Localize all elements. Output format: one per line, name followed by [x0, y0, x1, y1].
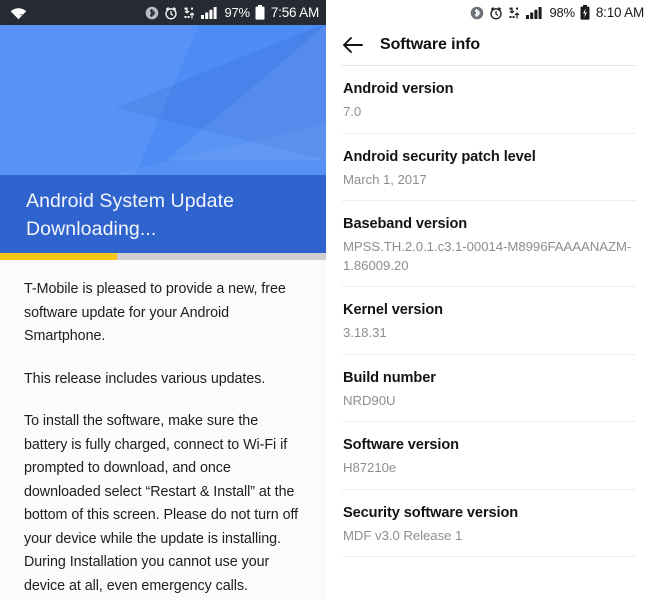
- status-bar-right-icons-left-screen: 97% 7:56 AM: [145, 5, 319, 20]
- info-row-build-number[interactable]: Build number NRD90U: [342, 355, 636, 422]
- data-sync-icon: [183, 6, 196, 20]
- info-value: MPSS.TH.2.0.1.c3.1-00014-M8996FAAAANAZM-…: [343, 239, 632, 273]
- info-value: 7.0: [343, 104, 362, 119]
- info-value: MDF v3.0 Release 1: [343, 527, 463, 543]
- info-row-security-software-version[interactable]: Security software version MDF v3.0 Relea…: [342, 490, 636, 557]
- info-label: Build number: [343, 369, 436, 386]
- info-value: March 1, 2017: [343, 171, 427, 187]
- download-progress-fill: [0, 253, 118, 260]
- info-label: Kernel version: [343, 302, 443, 318]
- status-bar-right: 98% 8:10 AM: [326, 0, 652, 25]
- battery-percent-left: 97%: [224, 5, 250, 20]
- status-bar-left-icons: ?: [10, 6, 145, 20]
- info-row-baseband-version[interactable]: Baseband version MPSS.TH.2.0.1.c3.1-0001…: [342, 201, 636, 287]
- cellular-signal-icon: [201, 6, 218, 19]
- wifi-no-internet-icon: ?: [10, 6, 27, 20]
- update-title-line2: Downloading...: [26, 218, 157, 240]
- left-screen-system-update: ? 97% 7:56 AM Android System Update Down…: [0, 0, 326, 600]
- page-title: Software info: [380, 36, 481, 53]
- right-screen-software-info: 98% 8:10 AM Software info Android versio…: [326, 0, 652, 600]
- back-arrow-icon[interactable]: [342, 34, 364, 56]
- data-sync-icon: [508, 6, 521, 20]
- cellular-signal-icon: [526, 6, 543, 19]
- info-row-android-version[interactable]: Android version 7.0: [342, 66, 636, 134]
- software-info-list: Android version 7.0 Android security pat…: [326, 66, 652, 557]
- update-title-band: Android System Update Downloading...: [0, 175, 326, 253]
- alarm-clock-icon: [164, 6, 178, 20]
- info-label: Android version: [343, 81, 454, 97]
- info-row-security-patch-level[interactable]: Android security patch level March 1, 20…: [342, 134, 636, 201]
- clock-left: 7:56 AM: [270, 5, 319, 20]
- info-label: Security software version: [343, 504, 519, 521]
- battery-charging-icon: [580, 5, 590, 20]
- update-title-line1: Android System Update: [26, 190, 235, 212]
- bluetooth-icon: [145, 6, 159, 20]
- info-label: Android security patch level: [343, 148, 536, 165]
- info-value: H87210e: [343, 460, 397, 475]
- update-description: T-Mobile is pleased to provide a new, fr…: [0, 260, 326, 600]
- update-paragraph-1: T-Mobile is pleased to provide a new, fr…: [24, 281, 286, 344]
- info-row-kernel-version[interactable]: Kernel version 3.18.31: [342, 287, 636, 355]
- status-bar-left: ? 97% 7:56 AM: [0, 0, 326, 25]
- app-bar: Software info: [326, 25, 652, 65]
- info-value: 3.18.31: [343, 325, 387, 340]
- download-progress-bar: [0, 253, 326, 260]
- update-hero-banner: Android System Update Downloading...: [0, 25, 326, 253]
- battery-percent-right: 98%: [549, 5, 575, 20]
- info-label: Software version: [343, 437, 459, 453]
- bluetooth-icon: [470, 6, 484, 20]
- alarm-clock-icon: [489, 6, 503, 20]
- update-paragraph-3: To install the software, make sure the b…: [24, 413, 299, 594]
- info-label: Baseband version: [343, 216, 468, 232]
- info-row-software-version[interactable]: Software version H87210e: [342, 422, 636, 490]
- info-value: NRD90U: [343, 392, 396, 408]
- dual-screenshot-container: ? 97% 7:56 AM Android System Update Down…: [0, 0, 652, 600]
- update-paragraph-2: This release includes various updates.: [24, 370, 266, 387]
- clock-right: 8:10 AM: [595, 5, 644, 20]
- svg-text:?: ?: [20, 14, 24, 19]
- battery-icon: [255, 5, 265, 20]
